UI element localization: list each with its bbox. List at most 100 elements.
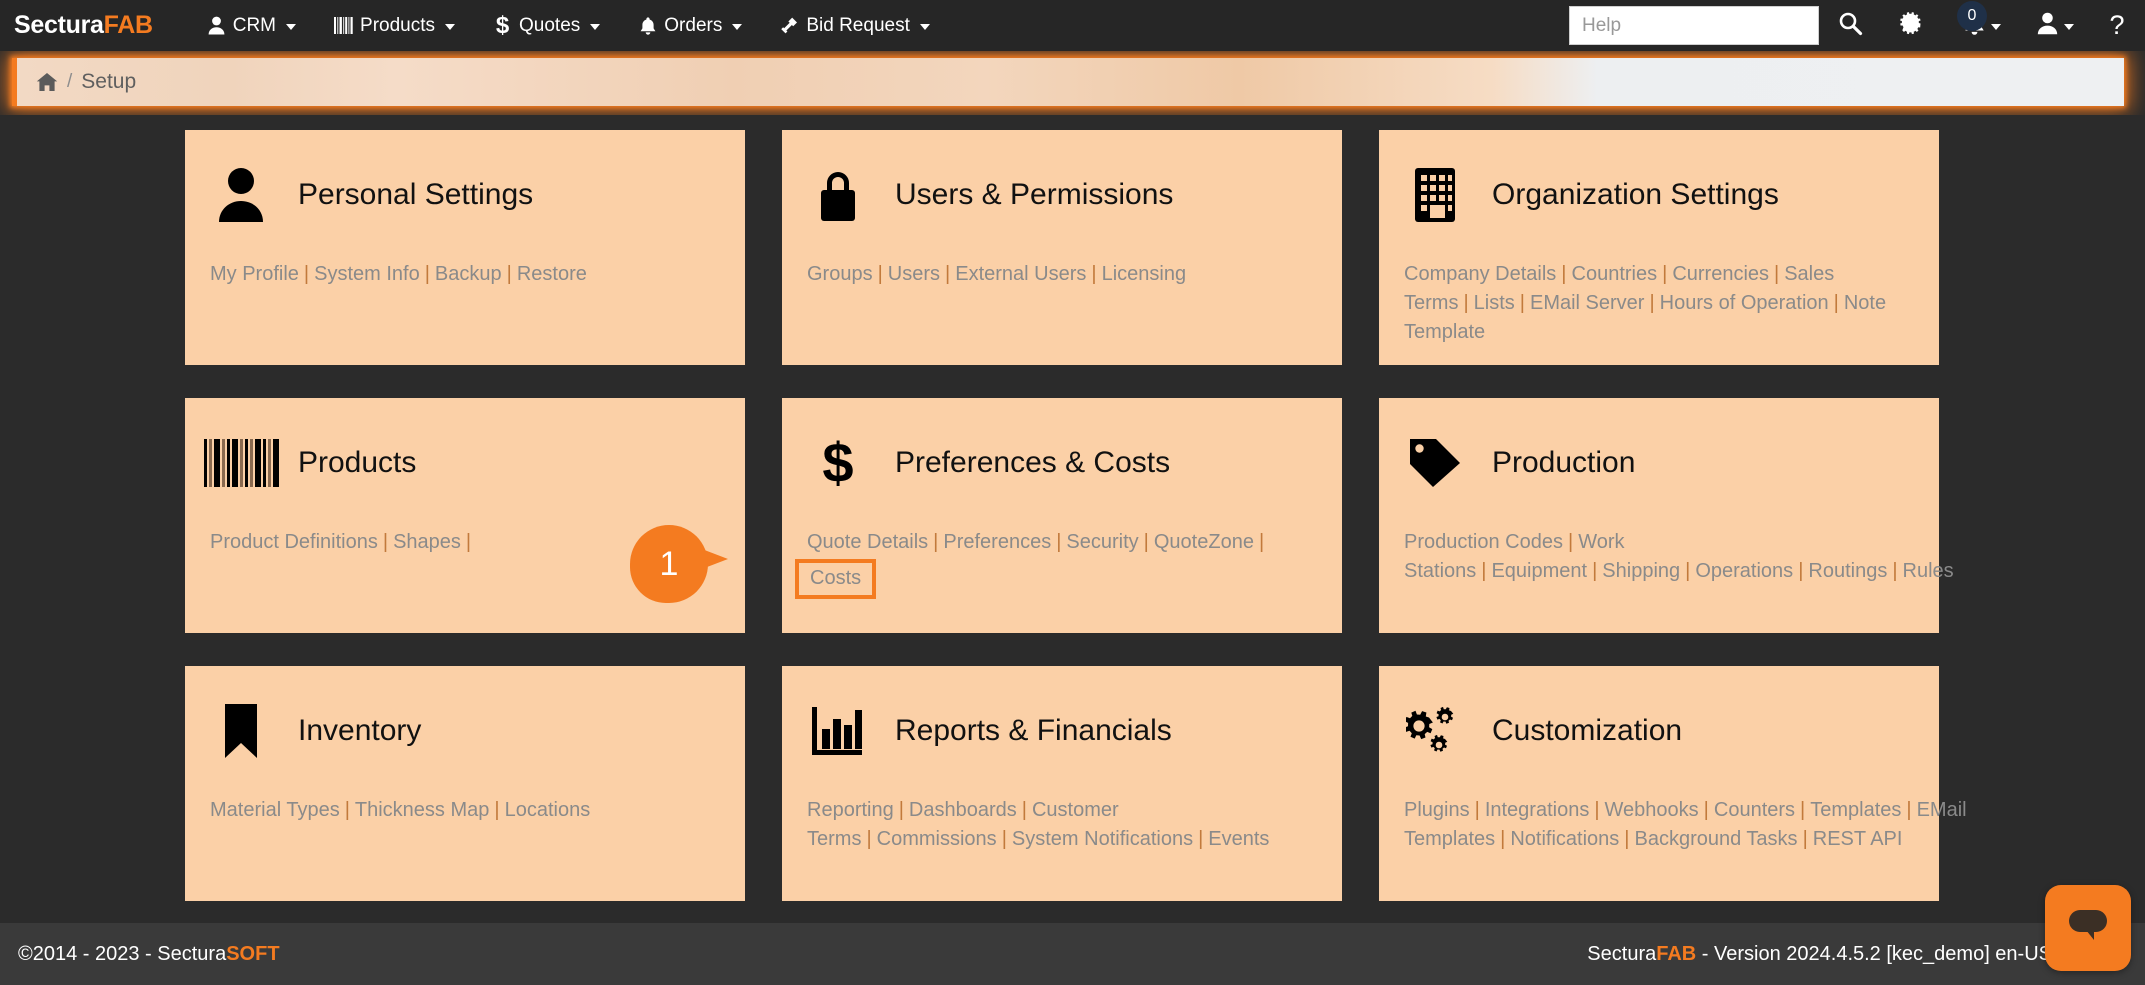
link-thickness-map[interactable]: Thickness Map	[355, 799, 490, 821]
card-title: Customization	[1492, 714, 1682, 748]
card-users-permissions: Users & Permissions Groups|Users|Externa…	[782, 130, 1342, 365]
link-licensing[interactable]: Licensing	[1102, 263, 1187, 285]
link-separator: |	[383, 531, 388, 553]
link-counters[interactable]: Counters	[1714, 799, 1795, 821]
link-background-tasks[interactable]: Background Tasks	[1635, 828, 1798, 850]
link-separator: |	[345, 799, 350, 821]
chat-widget-button[interactable]	[2045, 885, 2131, 971]
link-security[interactable]: Security	[1066, 531, 1138, 553]
barcode-icon	[334, 15, 353, 36]
link-notifications[interactable]: Notifications	[1510, 828, 1619, 850]
link-separator: |	[425, 263, 430, 285]
link-rest-api[interactable]: REST API	[1813, 828, 1903, 850]
link-quotezone[interactable]: QuoteZone	[1154, 531, 1254, 553]
card-preferences-costs: $ Preferences & Costs Quote Details|Pref…	[782, 398, 1342, 633]
link-integrations[interactable]: Integrations	[1485, 799, 1590, 821]
card-header: Inventory	[210, 692, 720, 770]
navbar-right-group: 0 ?	[1569, 0, 2145, 51]
link-reporting[interactable]: Reporting	[807, 799, 894, 821]
link-users[interactable]: Users	[888, 263, 940, 285]
link-lists[interactable]: Lists	[1474, 292, 1515, 314]
setup-card-grid: Personal Settings My Profile|System Info…	[185, 130, 1960, 901]
help-button[interactable]: ?	[2089, 0, 2145, 51]
link-separator: |	[1475, 799, 1480, 821]
link-production-codes[interactable]: Production Codes	[1404, 531, 1563, 553]
search-icon	[1838, 11, 1863, 41]
footer-version-brand-accent: FAB	[1656, 943, 1696, 965]
link-separator: |	[899, 799, 904, 821]
link-countries[interactable]: Countries	[1572, 263, 1658, 285]
link-email-server[interactable]: EMail Server	[1530, 292, 1644, 314]
settings-button[interactable]	[1881, 0, 1943, 51]
link-hours-of-operation[interactable]: Hours of Operation	[1660, 292, 1829, 314]
bell-icon	[638, 15, 657, 36]
link-separator: |	[933, 531, 938, 553]
link-separator: |	[945, 263, 950, 285]
top-navbar: SecturaFAB CRM	[0, 0, 2145, 51]
nav-item-label: Bid Request	[806, 15, 910, 37]
link-company-details[interactable]: Company Details	[1404, 263, 1556, 285]
annotation-callout-1: 1	[630, 525, 722, 605]
link-plugins[interactable]: Plugins	[1404, 799, 1470, 821]
link-shapes[interactable]: Shapes	[393, 531, 461, 553]
card-header: Users & Permissions	[807, 156, 1317, 234]
link-commissions[interactable]: Commissions	[877, 828, 997, 850]
link-operations[interactable]: Operations	[1695, 560, 1793, 582]
notifications-button[interactable]: 0	[1943, 0, 2021, 51]
link-quote-details[interactable]: Quote Details	[807, 531, 928, 553]
link-dashboards[interactable]: Dashboards	[909, 799, 1017, 821]
home-icon[interactable]	[36, 72, 58, 92]
user-menu-button[interactable]	[2021, 0, 2089, 51]
link-events[interactable]: Events	[1208, 828, 1269, 850]
help-input[interactable]	[1569, 6, 1819, 45]
gears-icon	[1404, 700, 1466, 762]
link-preferences[interactable]: Preferences	[943, 531, 1051, 553]
question-mark-icon: ?	[2109, 10, 2124, 41]
link-my-profile[interactable]: My Profile	[210, 263, 299, 285]
link-separator: |	[1803, 828, 1808, 850]
link-system-notifications[interactable]: System Notifications	[1012, 828, 1193, 850]
link-system-info[interactable]: System Info	[314, 263, 420, 285]
building-icon	[1404, 164, 1466, 226]
link-routings[interactable]: Routings	[1808, 560, 1887, 582]
card-title: Preferences & Costs	[895, 446, 1170, 480]
dollar-icon: $	[493, 15, 512, 36]
link-templates[interactable]: Templates	[1810, 799, 1901, 821]
link-separator: |	[466, 531, 471, 553]
chevron-down-icon	[920, 24, 930, 30]
card-header: $ Preferences & Costs	[807, 424, 1317, 502]
link-rules[interactable]: Rules	[1903, 560, 1954, 582]
link-shipping[interactable]: Shipping	[1602, 560, 1680, 582]
nav-item-bid-request[interactable]: Bid Request	[761, 0, 949, 51]
card-organization-settings: Organization Settings Company Details|Co…	[1379, 130, 1939, 365]
card-reports-financials: Reports & Financials Reporting|Dashboard…	[782, 666, 1342, 901]
brand-logo[interactable]: SecturaFAB	[14, 11, 153, 40]
brand-text-accent: FAB	[104, 11, 153, 39]
link-material-types[interactable]: Material Types	[210, 799, 340, 821]
user-icon	[2037, 12, 2058, 40]
card-links: Plugins|Integrations|Webhooks|Counters|T…	[1404, 796, 1914, 854]
link-separator: |	[1259, 531, 1264, 553]
link-webhooks[interactable]: Webhooks	[1605, 799, 1699, 821]
card-header: Customization	[1404, 692, 1914, 770]
link-locations[interactable]: Locations	[505, 799, 591, 821]
nav-item-products[interactable]: Products	[315, 0, 474, 51]
search-button[interactable]	[1819, 0, 1881, 51]
link-costs[interactable]: Costs	[810, 567, 861, 589]
nav-item-crm[interactable]: CRM	[188, 0, 315, 51]
card-links: My Profile|System Info|Backup|Restore	[210, 260, 720, 289]
link-external-users[interactable]: External Users	[955, 263, 1086, 285]
link-groups[interactable]: Groups	[807, 263, 873, 285]
link-currencies[interactable]: Currencies	[1672, 263, 1769, 285]
card-personal-settings: Personal Settings My Profile|System Info…	[185, 130, 745, 365]
card-title: Reports & Financials	[895, 714, 1172, 748]
link-separator: |	[1144, 531, 1149, 553]
nav-item-orders[interactable]: Orders	[619, 0, 761, 51]
nav-item-quotes[interactable]: $ Quotes	[474, 0, 619, 51]
bookmark-icon	[210, 700, 272, 762]
link-backup[interactable]: Backup	[435, 263, 502, 285]
nav-item-label: Orders	[664, 15, 722, 37]
link-equipment[interactable]: Equipment	[1491, 560, 1587, 582]
link-restore[interactable]: Restore	[517, 263, 587, 285]
link-product-definitions[interactable]: Product Definitions	[210, 531, 378, 553]
